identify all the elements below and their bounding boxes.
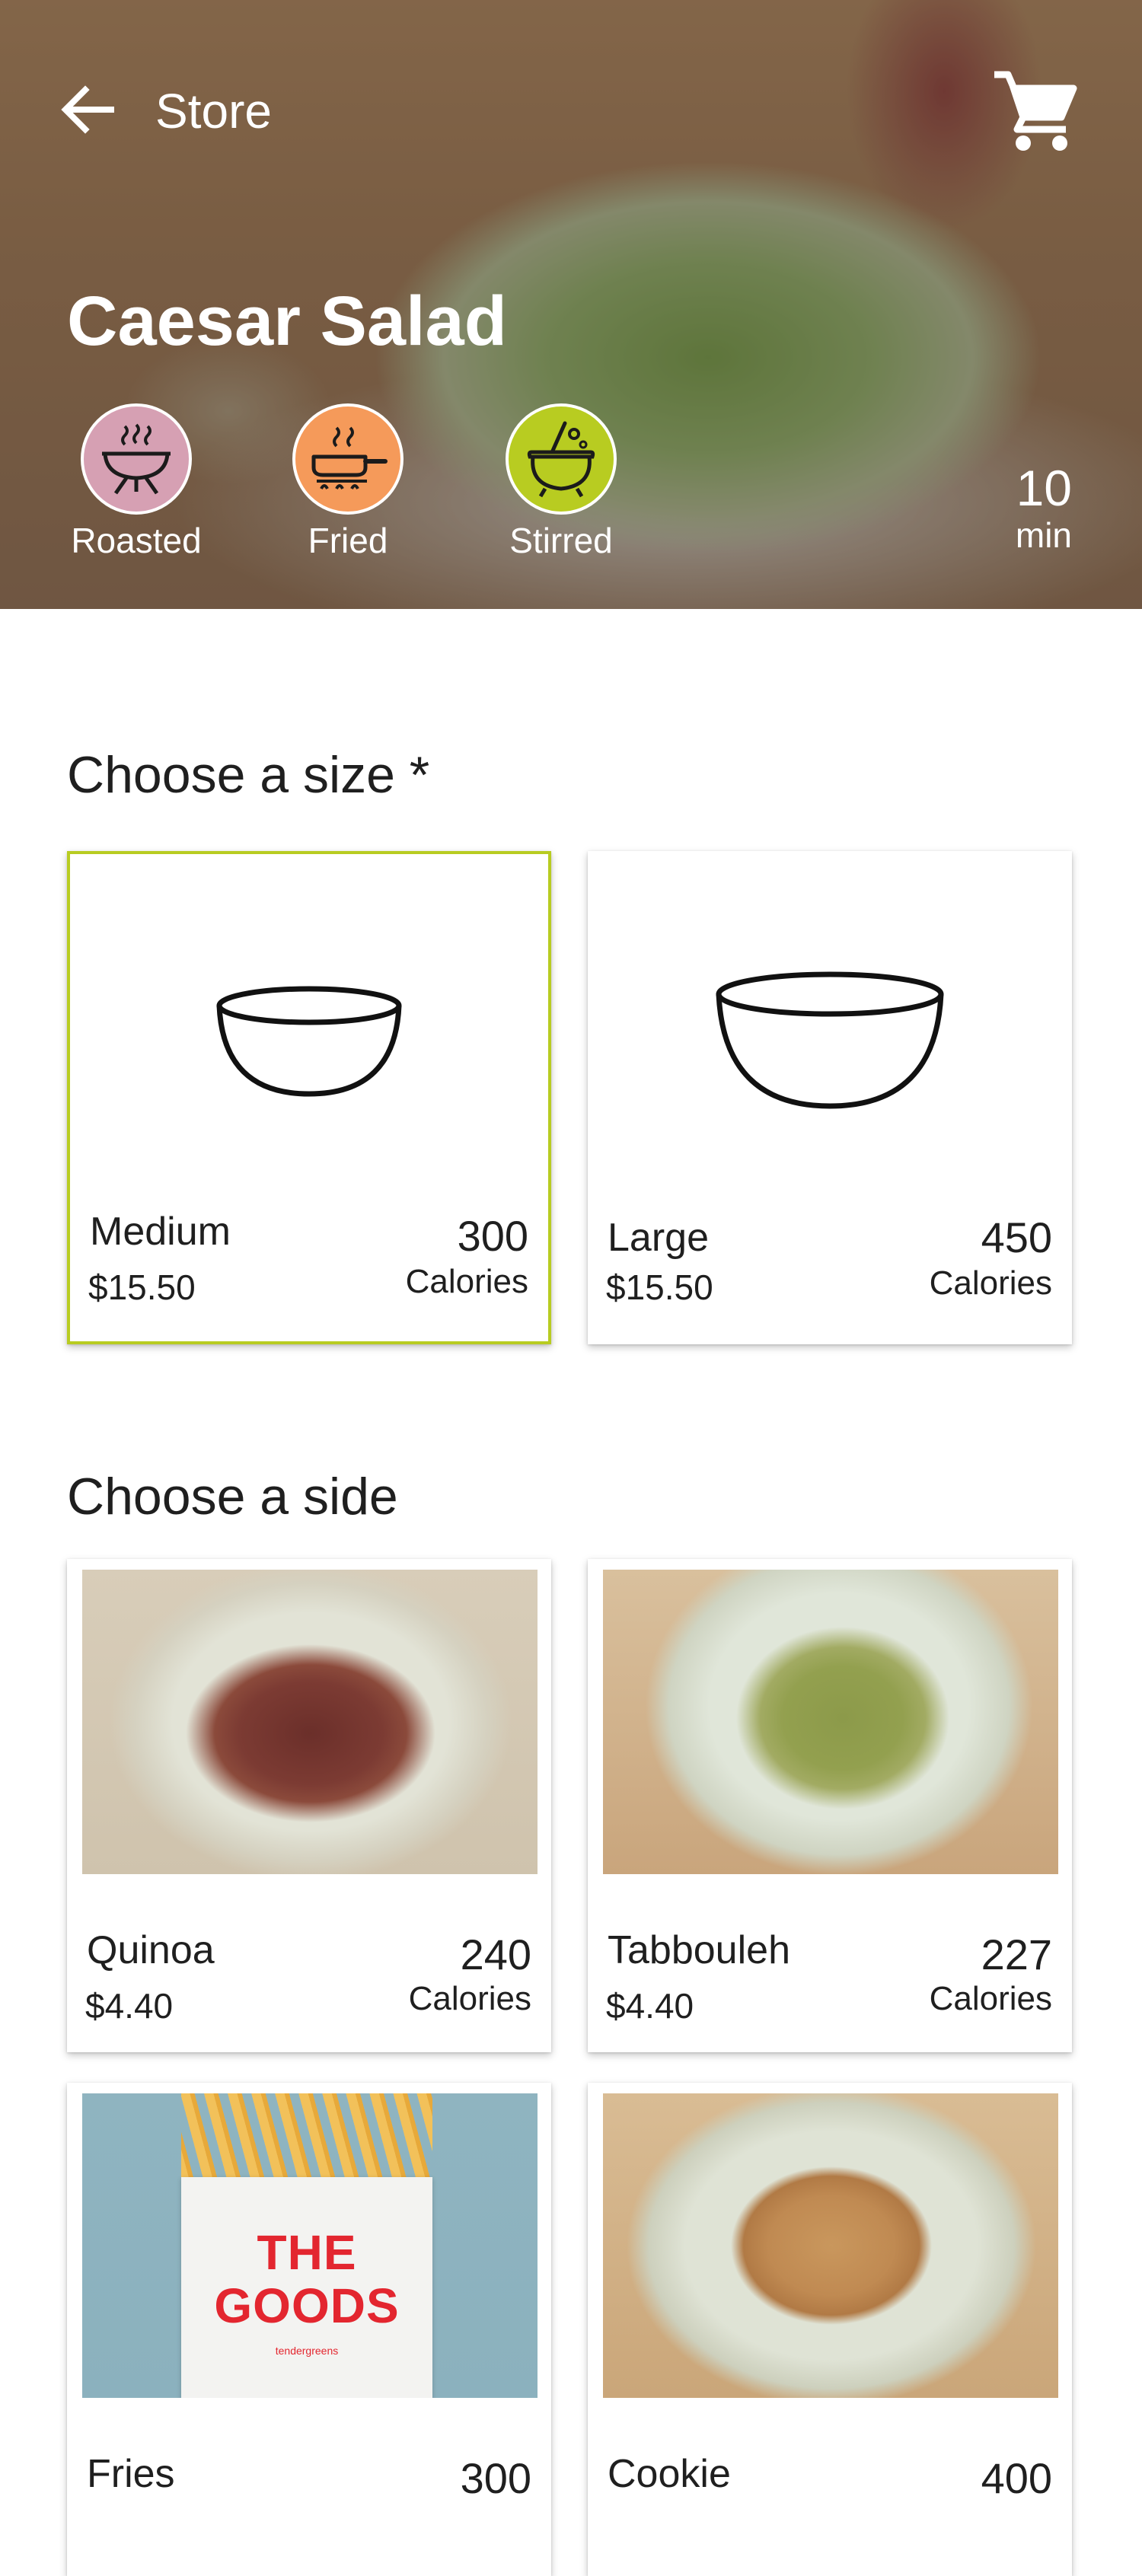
size-icon-wrap — [588, 851, 1072, 1232]
size-calories-label: Calories — [405, 1263, 528, 1300]
fries-sticks — [181, 2093, 432, 2185]
side-option-tabbouleh[interactable]: Tabbouleh $4.40 227 Calories — [588, 1559, 1072, 2052]
method-roasted: Roasted — [64, 403, 209, 562]
size-icon-wrap — [70, 854, 548, 1235]
side-calories: 300 — [460, 2454, 531, 2502]
arrow-left-icon — [61, 85, 114, 134]
method-roasted-badge — [81, 403, 192, 515]
cauldron-icon — [527, 421, 595, 498]
size-price: $15.50 — [88, 1267, 196, 1307]
shopping-cart-icon — [994, 71, 1077, 151]
box-text-line: THE — [257, 2225, 357, 2280]
tabbouleh-photo — [603, 1570, 1058, 1874]
size-section-title: Choose a size * — [67, 746, 430, 804]
size-option-medium[interactable]: Medium $15.50 300 Calories — [67, 851, 551, 1344]
side-name: Cookie — [608, 2452, 731, 2496]
size-name: Medium — [90, 1210, 231, 1254]
method-label: Fried — [308, 521, 388, 560]
frying-pan-icon — [311, 426, 388, 489]
fries-photo: THE GOODS tendergreens — [82, 2093, 538, 2398]
box-text-line: GOODS — [214, 2278, 400, 2333]
side-option-cookie[interactable]: Cookie 400 — [588, 2083, 1072, 2576]
side-calories: 400 — [981, 2454, 1052, 2502]
side-calories: 240 — [460, 1930, 531, 1978]
back-button[interactable] — [58, 82, 119, 137]
box-brand: tendergreens — [275, 2345, 339, 2357]
side-name: Fries — [87, 2452, 175, 2496]
bowl-large-icon — [716, 971, 944, 1109]
side-name: Tabbouleh — [608, 1928, 790, 1972]
side-name: Quinoa — [87, 1928, 215, 1972]
cart-button[interactable] — [990, 67, 1080, 157]
quinoa-photo — [82, 1570, 538, 1874]
cookie-photo — [603, 2093, 1058, 2398]
method-label: Stirred — [509, 521, 613, 560]
page-title: Store — [155, 84, 272, 139]
hero-banner: Store Caesar Salad Roasted Fried Stirred… — [0, 0, 1142, 609]
side-option-quinoa[interactable]: Quinoa $4.40 240 Calories — [67, 1559, 551, 2052]
dish-title: Caesar Salad — [67, 282, 507, 360]
size-calories-label: Calories — [929, 1264, 1052, 1302]
side-calories-label: Calories — [408, 1980, 531, 2017]
method-label: Roasted — [71, 521, 202, 560]
size-name: Large — [608, 1216, 709, 1260]
method-stirred: Stirred — [489, 403, 633, 562]
prep-time-unit: min — [1015, 515, 1072, 555]
size-calories: 450 — [981, 1213, 1052, 1261]
side-price: $4.40 — [85, 1986, 174, 2026]
side-calories: 227 — [981, 1930, 1052, 1978]
bowl-medium-icon — [216, 986, 402, 1097]
side-price: $4.40 — [606, 1986, 694, 2026]
side-calories-label: Calories — [929, 1980, 1052, 2017]
method-fried-badge — [292, 403, 404, 515]
prep-time: 10 min — [1016, 461, 1072, 556]
fries-box: THE GOODS tendergreens — [181, 2177, 432, 2398]
prep-time-value: 10 — [1016, 460, 1072, 516]
size-price: $15.50 — [606, 1267, 713, 1307]
side-option-fries[interactable]: THE GOODS tendergreens Fries 300 — [67, 2083, 551, 2576]
size-calories: 300 — [457, 1212, 528, 1260]
side-section-title: Choose a side — [67, 1468, 398, 1526]
size-option-large[interactable]: Large $15.50 450 Calories — [588, 851, 1072, 1344]
grill-icon — [102, 423, 171, 495]
method-stirred-badge — [506, 403, 617, 515]
method-fried: Fried — [276, 403, 420, 562]
